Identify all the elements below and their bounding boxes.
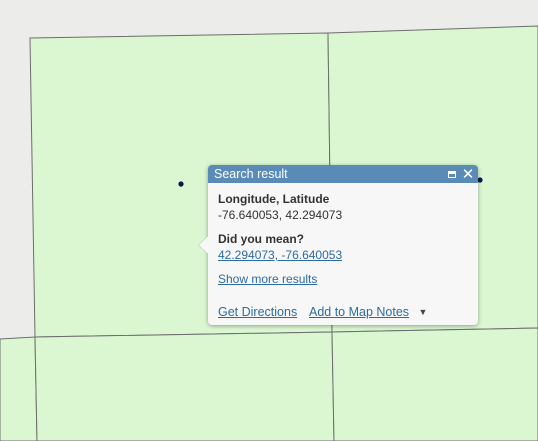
popup-body: Longitude, Latitude -76.640053, 42.29407… (208, 183, 478, 286)
dropdown-arrow-icon[interactable]: ▼ (419, 307, 428, 317)
maximize-icon (448, 170, 456, 178)
popup-actions: Get Directions Add to Map Notes ▼ (218, 305, 427, 319)
parcel-bottom-middle[interactable] (34, 331, 335, 441)
show-more-results-link[interactable]: Show more results (218, 272, 317, 286)
did-you-mean-label: Did you mean? (218, 232, 305, 246)
popup-pointer (199, 235, 209, 255)
close-icon: ✕ (461, 165, 475, 183)
location-marker[interactable] (178, 181, 184, 187)
search-result-popup: Search result ✕ Longitude, Latitude -76.… (199, 165, 478, 325)
location-marker-alt[interactable] (477, 177, 483, 183)
suggestion-link[interactable]: 42.294073, -76.640053 (218, 248, 342, 262)
popup-title: Search result (214, 167, 288, 181)
add-to-map-notes-link[interactable]: Add to Map Notes (309, 305, 409, 319)
coordinate-label: Longitude, Latitude (218, 192, 330, 206)
parcel-bottom-right[interactable] (331, 327, 538, 441)
close-button[interactable]: ✕ (461, 165, 475, 183)
popup-header: Search result ✕ (208, 165, 478, 183)
parcel-bottom-left[interactable] (0, 336, 38, 441)
get-directions-link[interactable]: Get Directions (218, 305, 297, 319)
maximize-button[interactable] (445, 165, 459, 183)
coordinate-value: -76.640053, 42.294073 (218, 208, 343, 222)
